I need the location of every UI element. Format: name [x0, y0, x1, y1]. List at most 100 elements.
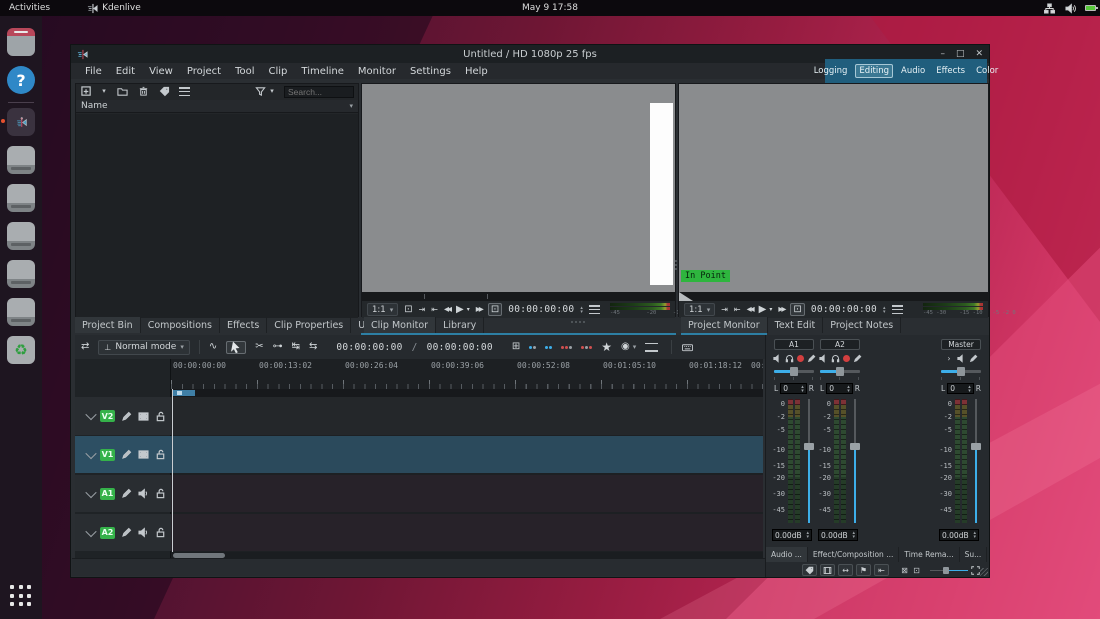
monitor-menu-icon[interactable]: [891, 305, 903, 314]
tab-project-notes[interactable]: Project Notes: [823, 317, 902, 333]
balance-handle[interactable]: [836, 367, 844, 376]
minimize-button[interactable]: –: [940, 49, 945, 59]
tab-effect-composition[interactable]: Effect/Composition ...: [808, 547, 900, 562]
zone-in-icon[interactable]: ⇥: [721, 305, 728, 314]
menu-help[interactable]: Help: [459, 66, 494, 77]
close-button[interactable]: ✕: [975, 49, 983, 59]
audio-thumbnails-toggle-icon[interactable]: ↔: [838, 564, 853, 576]
tab-clip-properties[interactable]: Clip Properties: [267, 317, 352, 333]
track-badge[interactable]: A1: [100, 487, 115, 500]
spinner-arrows[interactable]: ▴ ▾: [973, 531, 976, 540]
gain-spinbox[interactable]: 0.00dB ▴ ▾: [939, 529, 979, 541]
bin-clip-list[interactable]: [76, 114, 358, 318]
marker-comments-toggle-icon[interactable]: ⚑: [856, 564, 871, 576]
solo-headphones-icon[interactable]: [831, 354, 840, 363]
spinner-arrows[interactable]: ▴ ▾: [847, 384, 850, 393]
playhead[interactable]: [172, 389, 173, 559]
resize-grip[interactable]: [980, 568, 988, 576]
app-menu-button[interactable]: Kdenlive: [77, 0, 150, 16]
clock[interactable]: May 9 17:58: [522, 3, 578, 13]
spinner-arrows[interactable]: ▴ ▾: [968, 384, 971, 393]
monitor-zoom-combo[interactable]: 1:1 ▾: [684, 303, 716, 316]
audio-mixer-icon[interactable]: ⊞: [512, 342, 520, 352]
lock-icon[interactable]: [154, 449, 166, 461]
zoom-slider-handle[interactable]: [943, 567, 949, 574]
project-monitor-seekbar[interactable]: [679, 292, 988, 301]
timecode-spinner[interactable]: ▴ ▾: [883, 305, 886, 314]
record-icon[interactable]: ◉: [621, 342, 630, 352]
tab-audio-mixer[interactable]: Audio ...: [766, 547, 808, 562]
battery-icon[interactable]: [1085, 5, 1098, 11]
lock-icon[interactable]: [154, 527, 166, 539]
video-track-icon[interactable]: [137, 410, 149, 422]
create-folder-icon[interactable]: [116, 86, 128, 98]
dock-item-window[interactable]: [7, 146, 35, 174]
timeline[interactable]: 00:00:00:00 00:00:13:02 00:00:26:04 00:0…: [171, 359, 763, 559]
balance-slider[interactable]: [941, 367, 981, 376]
mix-clips-icon[interactable]: ∿: [209, 342, 217, 352]
tags-icon[interactable]: [158, 86, 170, 98]
menu-tool[interactable]: Tool: [229, 66, 260, 77]
timeline-ruler[interactable]: 00:00:00:00 00:00:13:02 00:00:26:04 00:0…: [171, 361, 763, 371]
playhead-position[interactable]: 00:00:00:00: [336, 342, 402, 353]
workspace-logging[interactable]: Logging: [811, 65, 851, 77]
pan-spinbox[interactable]: 0 ▴ ▾: [826, 383, 853, 394]
view-options-icon[interactable]: [179, 87, 190, 96]
monitor-overlay-icon[interactable]: ⊡: [404, 304, 412, 315]
tab-project-monitor[interactable]: Project Monitor: [681, 317, 768, 333]
zone-in-icon[interactable]: ⇥: [419, 305, 426, 314]
overwrite-zone-icon[interactable]: [561, 345, 573, 349]
timeline-pen-icon[interactable]: [120, 410, 132, 422]
volume-icon[interactable]: [1064, 2, 1076, 14]
show-effects-icon[interactable]: [969, 354, 978, 363]
timecode-spinner[interactable]: ▴ ▾: [580, 305, 583, 314]
track-header-v1[interactable]: V1: [75, 436, 171, 473]
dock-item-window[interactable]: [7, 184, 35, 212]
mix-align-icon[interactable]: ⇆: [309, 342, 317, 352]
monitor-splitter[interactable]: [675, 260, 677, 270]
zone-out-icon[interactable]: ⇤: [734, 305, 741, 314]
menu-view[interactable]: View: [143, 66, 179, 77]
search-input[interactable]: [284, 85, 354, 98]
dock-item-files[interactable]: [7, 28, 35, 56]
volume-handle[interactable]: [804, 443, 814, 450]
monitor-menu-icon[interactable]: [588, 305, 600, 314]
pan-spinbox[interactable]: 0 ▴ ▾: [780, 383, 807, 394]
tab-project-bin[interactable]: Project Bin: [75, 317, 141, 333]
razor-tool-icon[interactable]: ✂: [255, 342, 263, 352]
lock-icon[interactable]: [154, 488, 166, 500]
rewind-icon[interactable]: ◂◂: [444, 304, 452, 315]
tags-toggle-icon[interactable]: [802, 564, 817, 576]
track-v1[interactable]: [171, 436, 763, 473]
balance-slider[interactable]: [774, 367, 814, 376]
video-thumbnails-toggle-icon[interactable]: [820, 564, 835, 576]
volume-slider[interactable]: [971, 399, 981, 523]
volume-slider[interactable]: [850, 399, 860, 523]
rewind-icon[interactable]: ◂◂: [747, 304, 755, 315]
audio-track-icon[interactable]: [137, 527, 149, 539]
tab-time-remap[interactable]: Time Rema...: [899, 547, 960, 562]
track-a1[interactable]: [171, 475, 763, 512]
pan-spinbox[interactable]: 0 ▴ ▾: [947, 383, 974, 394]
volume-handle[interactable]: [971, 443, 981, 450]
spinner-arrows[interactable]: ▴ ▾: [801, 384, 804, 393]
dock-item-trash[interactable]: ♻: [7, 336, 35, 364]
snap-toggle-icon[interactable]: ⇤: [874, 564, 889, 576]
dock-item-window[interactable]: [7, 222, 35, 250]
tab-library[interactable]: Library: [436, 317, 485, 333]
zone-out-icon[interactable]: ⇤: [431, 305, 438, 314]
monitor-timecode[interactable]: 00:00:00:00: [508, 304, 574, 315]
timeline-pen-icon[interactable]: [120, 527, 132, 539]
record-dropdown-icon[interactable]: ▾: [633, 343, 637, 351]
audio-track-icon[interactable]: [137, 488, 149, 500]
mix-button-icon[interactable]: [645, 342, 659, 352]
fast-forward-icon[interactable]: ▸▸: [476, 304, 484, 315]
workspace-editing[interactable]: Editing: [855, 64, 894, 78]
dock-item-kdenlive[interactable]: [1, 108, 35, 136]
collapse-icon[interactable]: [85, 525, 97, 537]
tab-compositions[interactable]: Compositions: [141, 317, 220, 333]
timeline-zone[interactable]: [173, 390, 195, 396]
monitor-timecode[interactable]: 00:00:00:00: [811, 304, 877, 315]
workspace-color[interactable]: Color: [973, 65, 1001, 77]
menu-project[interactable]: Project: [181, 66, 227, 77]
